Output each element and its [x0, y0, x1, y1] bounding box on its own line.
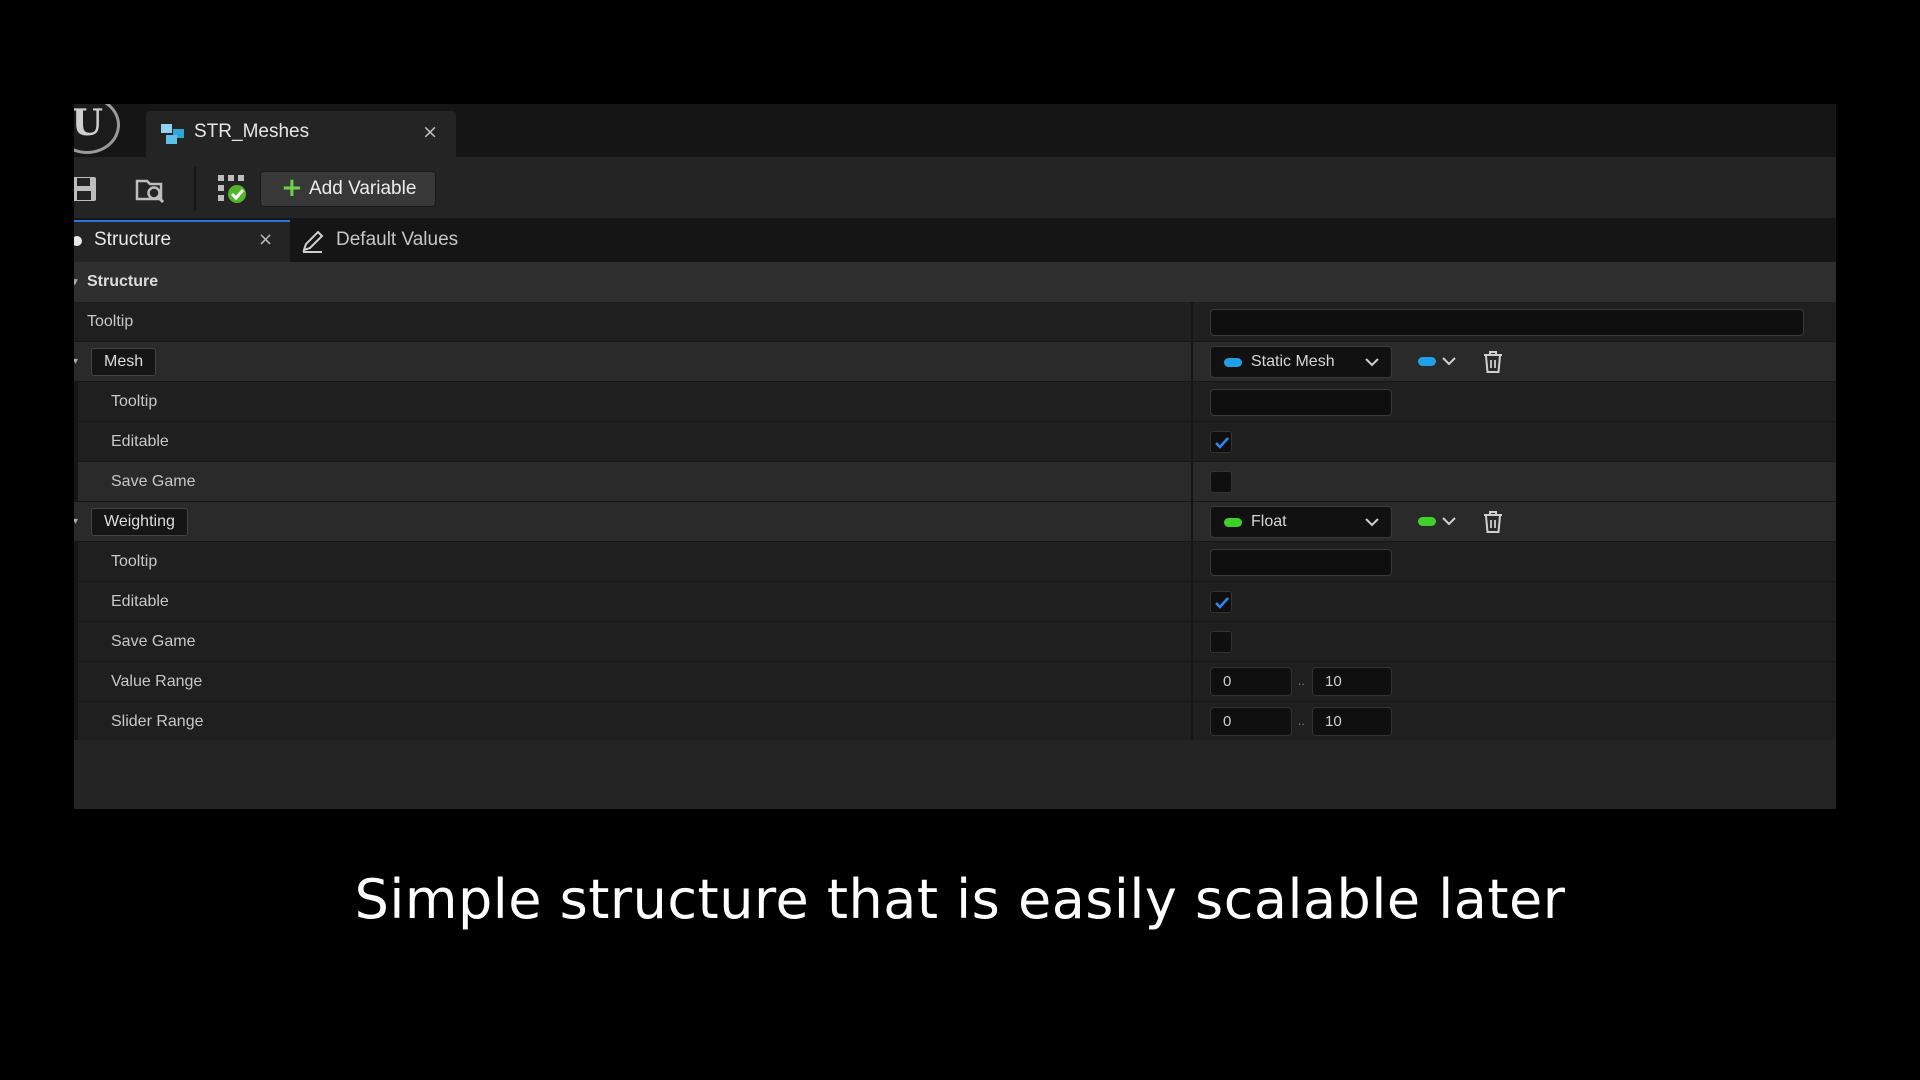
property-label: Tooltip	[111, 553, 158, 570]
property-row-weighting-save-game: Save Game	[74, 622, 1836, 662]
column-divider[interactable]	[1191, 382, 1193, 421]
close-icon[interactable]: ×	[258, 220, 273, 260]
plus-icon: +	[281, 173, 303, 203]
property-row-mesh-editable: Editable	[74, 422, 1836, 462]
section-title: Structure	[87, 273, 159, 290]
slider-range-max-input[interactable]: 10	[1312, 707, 1392, 736]
column-divider[interactable]	[1191, 342, 1193, 381]
variable-type-label: Float	[1251, 513, 1287, 530]
column-divider[interactable]	[1191, 542, 1193, 581]
add-variable-button[interactable]: + Add Variable	[260, 171, 436, 207]
weighting-save-game-checkbox[interactable]	[1210, 631, 1232, 653]
tab-structure-label: Structure	[94, 229, 172, 250]
property-row-value-range: Value Range 0 .. 10	[74, 662, 1836, 702]
weighting-editable-checkbox[interactable]	[1210, 591, 1232, 613]
close-icon[interactable]: ×	[422, 121, 438, 143]
mesh-tooltip-input[interactable]	[1210, 389, 1392, 416]
column-divider[interactable]	[1191, 422, 1193, 461]
edit-pencil-icon	[302, 230, 324, 253]
add-variable-label: Add Variable	[309, 178, 417, 199]
save-icon[interactable]	[74, 173, 100, 205]
checkmark-icon	[1215, 437, 1229, 449]
variable-row-mesh: ▾ Mesh Static Mesh	[74, 342, 1836, 382]
expand-arrow-icon[interactable]: ▾	[74, 356, 78, 367]
document-tab-title: STR_Meshes	[194, 121, 310, 142]
value-range-min-input[interactable]: 0	[1210, 667, 1292, 696]
chevron-down-icon[interactable]	[1442, 515, 1456, 527]
property-label: Tooltip	[111, 393, 158, 410]
delete-trash-icon[interactable]	[1482, 350, 1504, 374]
check-status-icon[interactable]	[216, 173, 248, 205]
variable-type-label: Static Mesh	[1251, 353, 1335, 370]
video-caption: Simple structure that is easily scalable…	[354, 868, 1566, 931]
browse-icon[interactable]	[134, 173, 166, 205]
checkmark-icon	[1215, 597, 1229, 609]
property-label: Editable	[111, 593, 169, 610]
property-row-mesh-save-game: Save Game	[74, 462, 1836, 502]
tab-dot-icon	[74, 236, 82, 246]
toolbar-separator	[194, 167, 196, 211]
section-header-structure[interactable]: ▾ Structure	[74, 262, 1836, 302]
property-label: Save Game	[111, 633, 196, 650]
struct-tooltip-input[interactable]	[1210, 309, 1804, 336]
delete-trash-icon[interactable]	[1482, 510, 1504, 534]
toolbar: + Add Variable	[74, 157, 1836, 220]
tab-default-values-label: Default Values	[336, 229, 459, 250]
property-label: Save Game	[111, 473, 196, 490]
property-label: Tooltip	[87, 313, 134, 330]
tab-default-values[interactable]: Default Values	[300, 220, 480, 262]
mesh-editable-checkbox[interactable]	[1210, 431, 1232, 453]
property-label: Slider Range	[111, 713, 204, 730]
column-divider[interactable]	[1191, 462, 1193, 501]
variable-name-field[interactable]: Weighting	[91, 508, 188, 536]
column-divider[interactable]	[1191, 662, 1193, 701]
container-type-pill[interactable]	[1418, 357, 1436, 366]
mesh-save-game-checkbox[interactable]	[1210, 471, 1232, 493]
variable-type-dropdown[interactable]: Float	[1210, 506, 1392, 538]
column-divider[interactable]	[1191, 622, 1193, 661]
type-color-pill	[1224, 518, 1242, 527]
property-row-mesh-tooltip: Tooltip	[74, 382, 1836, 422]
property-label: Value Range	[111, 673, 203, 690]
column-divider[interactable]	[1191, 702, 1193, 741]
column-divider[interactable]	[1191, 302, 1193, 341]
document-tab-bar: U STR_Meshes ×	[74, 104, 1836, 157]
property-row-weighting-tooltip: Tooltip	[74, 542, 1836, 582]
value-range-max-input[interactable]: 10	[1312, 667, 1392, 696]
variable-name-field[interactable]: Mesh	[91, 348, 157, 376]
collapse-arrow-icon: ▾	[74, 276, 78, 288]
user-defined-struct-icon	[161, 124, 184, 144]
details-empty-area	[74, 740, 1836, 809]
property-row-tooltip: Tooltip	[74, 302, 1836, 342]
property-label: Editable	[111, 433, 169, 450]
panel-tab-bar: Structure × Default Values	[74, 220, 1836, 262]
variable-type-dropdown[interactable]: Static Mesh	[1210, 346, 1392, 378]
variable-row-weighting: ▾ Weighting Float	[74, 502, 1836, 542]
chevron-down-icon[interactable]	[1442, 355, 1456, 367]
document-tab[interactable]: STR_Meshes ×	[146, 111, 456, 157]
chevron-down-icon	[1365, 518, 1379, 527]
column-divider[interactable]	[1191, 502, 1193, 541]
range-separator: ..	[1298, 714, 1305, 728]
container-type-pill[interactable]	[1418, 517, 1436, 526]
type-color-pill	[1224, 358, 1242, 367]
property-row-slider-range: Slider Range 0 .. 10	[74, 702, 1836, 742]
unreal-logo-icon[interactable]: U	[74, 104, 120, 154]
column-divider[interactable]	[1191, 582, 1193, 621]
chevron-down-icon	[1365, 358, 1379, 367]
range-separator: ..	[1298, 674, 1305, 688]
struct-editor-window: U STR_Meshes × + Add Variable Structure …	[74, 104, 1836, 809]
property-row-weighting-editable: Editable	[74, 582, 1836, 622]
weighting-tooltip-input[interactable]	[1210, 549, 1392, 576]
tab-structure[interactable]: Structure ×	[74, 220, 290, 262]
slider-range-min-input[interactable]: 0	[1210, 707, 1292, 736]
expand-arrow-icon[interactable]: ▾	[74, 516, 78, 527]
